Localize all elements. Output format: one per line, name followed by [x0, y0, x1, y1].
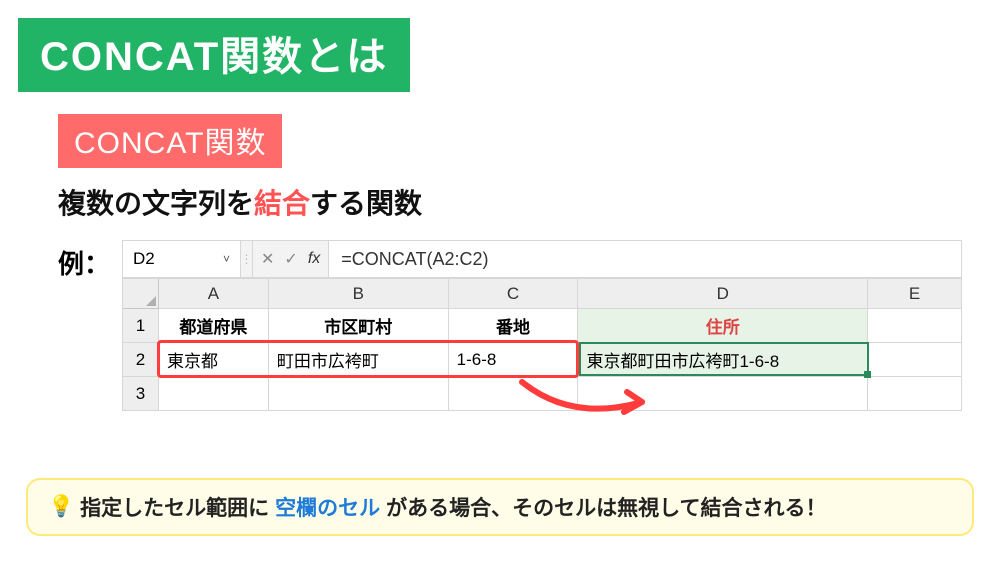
- divider-icon: ⋮: [241, 241, 253, 277]
- description-part1: 複数の文字列を: [58, 188, 254, 219]
- name-box-value: D2: [133, 249, 155, 269]
- select-all-corner[interactable]: [123, 279, 159, 309]
- col-header-E[interactable]: E: [868, 279, 962, 309]
- spreadsheet-grid: A B C D E 1 都道府県 市区町村 番地 住所 2 東京都 町田市広袴町…: [122, 278, 962, 411]
- cell-C3[interactable]: [449, 377, 579, 411]
- cell-E2[interactable]: [868, 343, 962, 377]
- formula-input[interactable]: =CONCAT(A2:C2): [329, 241, 961, 277]
- cell-C1[interactable]: 番地: [449, 309, 579, 343]
- cell-D2[interactable]: 東京都町田市広袴町1-6-8: [578, 343, 868, 377]
- cell-A3[interactable]: [159, 377, 269, 411]
- fx-controls: ✕ ✓ fx: [253, 241, 329, 277]
- chevron-down-icon: ˅: [223, 252, 230, 266]
- example-label: 例：: [58, 240, 110, 281]
- row-header-3[interactable]: 3: [123, 377, 159, 411]
- col-header-A[interactable]: A: [159, 279, 269, 309]
- excel-screenshot: D2 ˅ ⋮ ✕ ✓ fx =CONCAT(A2:C2) A B C D E: [122, 240, 962, 411]
- col-header-C[interactable]: C: [449, 279, 579, 309]
- fx-icon[interactable]: fx: [308, 250, 320, 268]
- subtitle-badge: CONCAT関数: [58, 114, 282, 168]
- description-part2: する関数: [310, 188, 422, 219]
- bulb-icon: 💡: [48, 495, 74, 519]
- description: 複数の文字列を結合する関数: [58, 182, 982, 222]
- row-header-1[interactable]: 1: [123, 309, 159, 343]
- cell-A1[interactable]: 都道府県: [159, 309, 269, 343]
- cell-C2[interactable]: 1-6-8: [449, 343, 579, 377]
- description-highlight: 結合: [254, 188, 310, 219]
- cell-E1[interactable]: [868, 309, 962, 343]
- formula-bar: D2 ˅ ⋮ ✕ ✓ fx =CONCAT(A2:C2): [122, 240, 962, 278]
- tip-text-1: 指定したセル範囲に: [80, 492, 269, 522]
- tip-callout: 💡 指定したセル範囲に空欄のセルがある場合、そのセルは無視して結合される！: [26, 478, 974, 536]
- check-icon[interactable]: ✓: [284, 249, 297, 269]
- tip-highlight: 空欄のセル: [275, 492, 380, 522]
- cell-D1[interactable]: 住所: [578, 309, 868, 343]
- row-header-2[interactable]: 2: [123, 343, 159, 377]
- cell-A2[interactable]: 東京都: [159, 343, 269, 377]
- cell-B1[interactable]: 市区町村: [269, 309, 449, 343]
- cell-B3[interactable]: [269, 377, 449, 411]
- page-title: CONCAT関数とは: [18, 18, 410, 92]
- col-header-D[interactable]: D: [578, 279, 868, 309]
- cell-E3[interactable]: [868, 377, 962, 411]
- cell-B2[interactable]: 町田市広袴町: [269, 343, 449, 377]
- cell-D3[interactable]: [578, 377, 868, 411]
- col-header-B[interactable]: B: [269, 279, 449, 309]
- cancel-icon[interactable]: ✕: [261, 249, 274, 269]
- name-box[interactable]: D2 ˅: [123, 241, 241, 277]
- tip-text-2: がある場合、そのセルは無視して結合される！: [386, 492, 826, 522]
